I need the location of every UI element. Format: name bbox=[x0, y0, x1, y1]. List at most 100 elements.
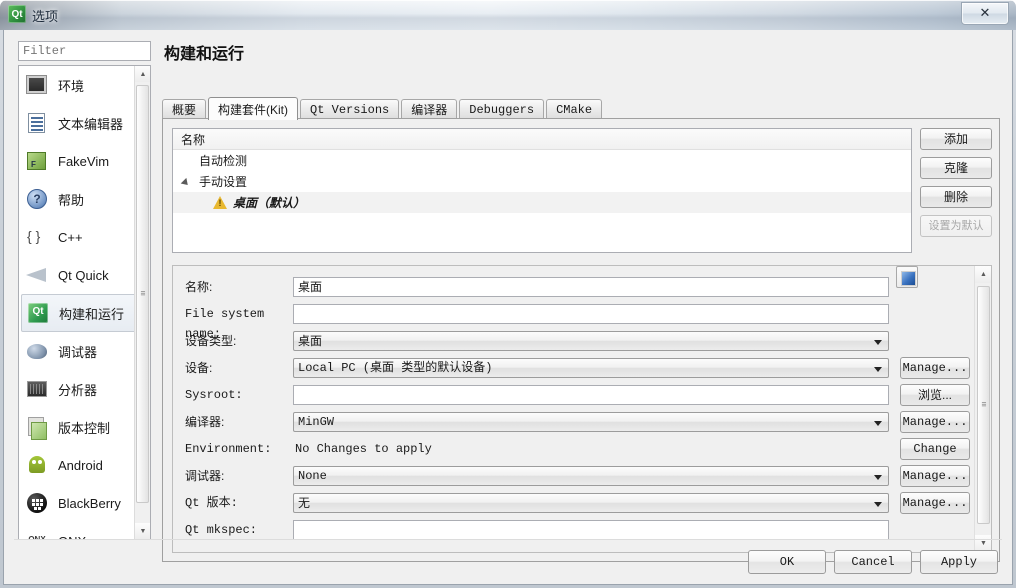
kit-icon-button[interactable] bbox=[896, 266, 918, 288]
sidebar-scrollbar[interactable]: ▲ ▼ bbox=[134, 66, 150, 539]
field-combo-5[interactable]: MinGW bbox=[293, 412, 889, 432]
field-combo-3[interactable]: Local PC (桌面 类型的默认设备) bbox=[293, 358, 889, 378]
blackberry-icon bbox=[25, 491, 49, 515]
help-icon bbox=[25, 187, 49, 211]
tab-label: CMake bbox=[556, 102, 593, 117]
dialog-button-box: OK Cancel Apply bbox=[740, 550, 998, 574]
field-input-4[interactable] bbox=[293, 385, 889, 405]
options-dialog-window: Qt 选项 ✕ 环境文本编辑器 FakeVim 帮助 C++ Qt Quick 构建和运行… bbox=[0, 0, 1016, 588]
field-combo-8[interactable]: 无 bbox=[293, 493, 889, 513]
form-scrollbar[interactable]: ▲ ▼ bbox=[974, 266, 991, 552]
filter-input[interactable] bbox=[18, 41, 151, 61]
tab-label: 概要 bbox=[172, 103, 197, 117]
sidebar-item-label: C++ bbox=[58, 229, 83, 245]
field-action-button-6[interactable]: Change ... bbox=[900, 438, 970, 476]
settings-content-panel: 构建和运行 概要 构建套件(Kit) Qt Versions 编译器 Debuggers… bbox=[156, 40, 1002, 562]
kit-row-label: 手动设置 bbox=[199, 175, 248, 189]
field-label-0: 名称: bbox=[185, 280, 213, 294]
chevron-down-icon bbox=[874, 475, 882, 480]
form-scroll-up-icon[interactable]: ▲ bbox=[975, 266, 991, 283]
field-value-6: No Changes to apply bbox=[295, 442, 432, 456]
dialog-client-area: 环境文本编辑器 FakeVim 帮助 C++ Qt Quick 构建和运行调试器分析器版本… bbox=[3, 30, 1013, 585]
tab-5[interactable]: CMake bbox=[546, 99, 603, 119]
version-control-icon bbox=[25, 415, 49, 440]
tab-label: 构建套件(Kit) bbox=[218, 102, 289, 117]
form-scroll-thumb[interactable] bbox=[977, 286, 990, 524]
sidebar-item-label: 文本编辑器 bbox=[58, 116, 124, 132]
sidebar-item-label: 构建和运行 bbox=[59, 306, 125, 322]
table-row[interactable]: 手动设置 bbox=[173, 171, 911, 192]
tab-label: Debuggers bbox=[469, 102, 535, 117]
sidebar-item-label: Qt Quick bbox=[58, 267, 109, 283]
sidebar-item-4[interactable]: C++ bbox=[19, 218, 150, 256]
sidebar-item-label: FakeVim bbox=[58, 153, 110, 169]
kit-tree-view[interactable]: 名称 自动检测手动设置桌面（默认） bbox=[172, 128, 912, 253]
sidebar-item-5[interactable]: Qt Quick bbox=[19, 256, 150, 294]
title-bar: Qt 选项 ✕ bbox=[0, 0, 1016, 30]
field-action-button-5[interactable]: Manage... bbox=[900, 411, 970, 433]
field-label-2: 设备类型: bbox=[185, 334, 237, 348]
field-action-button-4[interactable]: 浏览... bbox=[900, 384, 970, 406]
sidebar-item-3[interactable]: 帮助 bbox=[19, 180, 150, 218]
tab-label: 编译器 bbox=[411, 103, 448, 117]
tab-4[interactable]: Debuggers bbox=[459, 99, 545, 119]
close-button[interactable]: ✕ bbox=[961, 2, 1009, 25]
fakevim-icon bbox=[25, 149, 49, 173]
sidebar-item-6[interactable]: 构建和运行 bbox=[21, 294, 148, 332]
dialog-button-ok[interactable]: OK bbox=[748, 550, 826, 574]
tab-2[interactable]: Qt Versions bbox=[300, 99, 400, 119]
sidebar-item-8[interactable]: 分析器 bbox=[19, 370, 150, 408]
sidebar-scroll-down-icon[interactable]: ▼ bbox=[135, 523, 150, 539]
sidebar-item-9[interactable]: 版本控制 bbox=[19, 408, 150, 446]
field-label-9: Qt mkspec: bbox=[185, 523, 258, 537]
expand-arrow-icon[interactable] bbox=[183, 177, 192, 186]
field-action-button-3[interactable]: Manage... bbox=[900, 357, 970, 379]
field-label-8: Qt 版本: bbox=[185, 496, 238, 510]
dialog-button-apply[interactable]: Apply bbox=[920, 550, 998, 574]
kit-tree-header: 名称 bbox=[173, 129, 911, 150]
sidebar-item-1[interactable]: 文本编辑器 bbox=[19, 104, 150, 142]
field-value-7: None bbox=[298, 469, 327, 483]
sidebar-item-label: 版本控制 bbox=[58, 420, 111, 436]
chevron-down-icon bbox=[874, 340, 882, 345]
bottom-separator bbox=[14, 539, 1002, 540]
field-value-3: Local PC (桌面 类型的默认设备) bbox=[298, 361, 493, 375]
tab-0[interactable]: 概要 bbox=[162, 99, 207, 119]
qt-quick-icon bbox=[25, 263, 49, 287]
field-label-7: 调试器: bbox=[185, 469, 225, 483]
field-combo-7[interactable]: None bbox=[293, 466, 889, 486]
field-input-0[interactable]: 桌面 bbox=[293, 277, 889, 297]
kit-button-1[interactable]: 克隆 bbox=[920, 157, 992, 179]
sidebar-item-7[interactable]: 调试器 bbox=[19, 332, 150, 370]
field-action-button-7[interactable]: Manage... bbox=[900, 465, 970, 487]
sidebar-item-0[interactable]: 环境 bbox=[19, 66, 150, 104]
tab-3[interactable]: 编译器 bbox=[401, 99, 458, 119]
sidebar-scroll-up-icon[interactable]: ▲ bbox=[135, 66, 150, 82]
tab-bar: 概要 构建套件(Kit) Qt Versions 编译器 Debuggers CMake bbox=[162, 97, 604, 120]
sidebar-item-label: 调试器 bbox=[58, 344, 98, 360]
kit-action-buttons: 添加克隆删除设置为默认 bbox=[920, 128, 992, 244]
dialog-button-cancel[interactable]: Cancel bbox=[834, 550, 912, 574]
text-editor-icon bbox=[25, 111, 49, 135]
table-row[interactable]: 桌面（默认） bbox=[173, 192, 911, 213]
field-value-8: 无 bbox=[298, 496, 311, 510]
kit-button-0[interactable]: 添加 bbox=[920, 128, 992, 150]
tab-1[interactable]: 构建套件(Kit) bbox=[208, 97, 299, 120]
sidebar-item-11[interactable]: BlackBerry bbox=[19, 484, 150, 522]
table-row[interactable]: 自动检测 bbox=[173, 150, 911, 171]
field-action-button-8[interactable]: Manage... bbox=[900, 492, 970, 514]
sidebar-item-2[interactable]: FakeVim bbox=[19, 142, 150, 180]
kit-button-2[interactable]: 删除 bbox=[920, 186, 992, 208]
field-combo-2[interactable]: 桌面 bbox=[293, 331, 889, 351]
category-sidebar[interactable]: 环境文本编辑器 FakeVim 帮助 C++ Qt Quick 构建和运行调试器分析器版本… bbox=[18, 65, 151, 540]
analyzer-icon bbox=[25, 377, 49, 401]
sidebar-scroll-thumb[interactable] bbox=[136, 85, 149, 503]
sidebar-item-label: 帮助 bbox=[58, 192, 85, 208]
kit-button-3: 设置为默认 bbox=[920, 215, 992, 237]
field-input-1[interactable] bbox=[293, 304, 889, 324]
chevron-down-icon bbox=[874, 502, 882, 507]
environment-icon bbox=[25, 73, 49, 97]
field-input-9[interactable] bbox=[293, 520, 889, 540]
sidebar-item-12[interactable]: QNX bbox=[19, 522, 150, 540]
sidebar-item-10[interactable]: Android bbox=[19, 446, 150, 484]
